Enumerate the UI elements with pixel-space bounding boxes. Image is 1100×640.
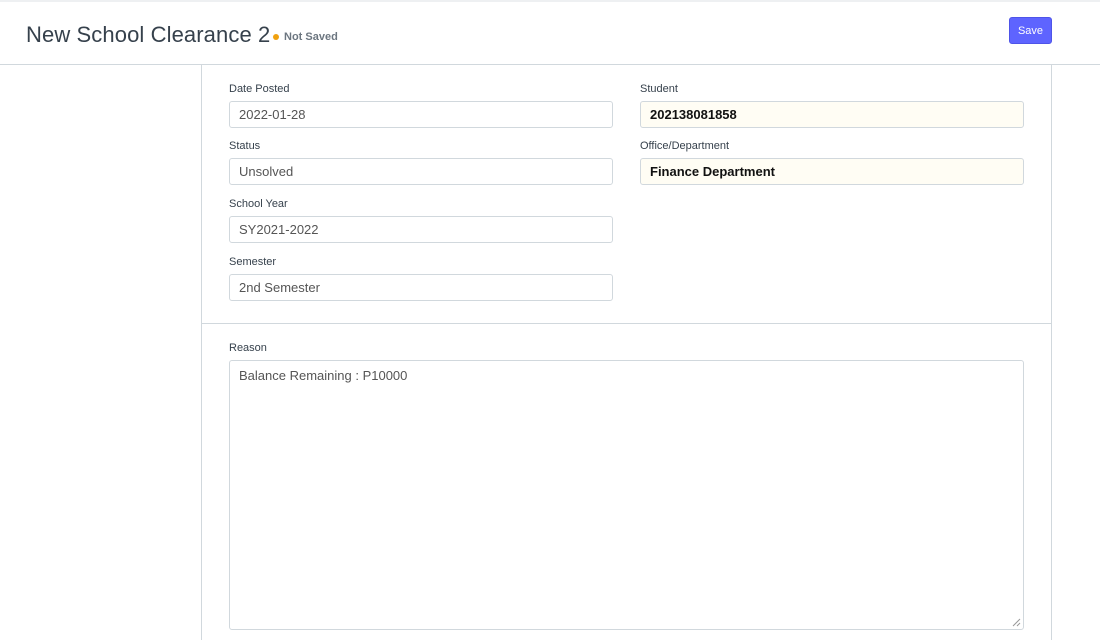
reason-text: Balance Remaining : P10000	[239, 368, 408, 383]
status-select[interactable]: Unsolved	[229, 158, 613, 185]
office-department-label: Office/Department	[640, 140, 730, 152]
page-title: New School Clearance 2	[26, 22, 271, 47]
semester-input[interactable]: 2nd Semester	[229, 274, 613, 301]
date-posted-input[interactable]: 2022-01-28	[229, 101, 613, 128]
student-label: Student	[640, 83, 678, 95]
status-label: Status	[229, 140, 261, 152]
reason-label: Reason	[229, 342, 267, 354]
school-year-label: School Year	[229, 198, 288, 210]
field-school-year: School Year SY2021-2022	[229, 197, 613, 243]
form-layout: Date Posted 2022-01-28 Status Unsolved S…	[201, 65, 1052, 640]
save-button[interactable]: Save	[1009, 17, 1052, 44]
save-status-indicator: Not Saved	[273, 31, 338, 43]
field-reason: Reason Balance Remaining : P10000	[229, 341, 1024, 630]
field-date-posted: Date Posted 2022-01-28	[229, 82, 613, 128]
semester-label: Semester	[229, 256, 277, 268]
date-posted-label: Date Posted	[229, 83, 290, 95]
field-office-department: Office/Department Finance Department	[640, 139, 1024, 185]
save-status-label: Not Saved	[284, 31, 338, 43]
section-divider	[202, 323, 1051, 324]
status-dot-icon	[273, 34, 279, 40]
field-student: Student 202138081858	[640, 82, 1024, 128]
reason-textarea[interactable]: Balance Remaining : P10000	[229, 360, 1024, 630]
student-link-input[interactable]: 202138081858	[640, 101, 1024, 128]
page-header: New School Clearance 2 Not Saved Save	[0, 2, 1100, 65]
school-year-input[interactable]: SY2021-2022	[229, 216, 613, 243]
field-semester: Semester 2nd Semester	[229, 255, 613, 301]
office-department-link-input[interactable]: Finance Department	[640, 158, 1024, 185]
resize-grip-icon[interactable]	[1012, 618, 1021, 627]
field-status: Status Unsolved	[229, 139, 613, 185]
